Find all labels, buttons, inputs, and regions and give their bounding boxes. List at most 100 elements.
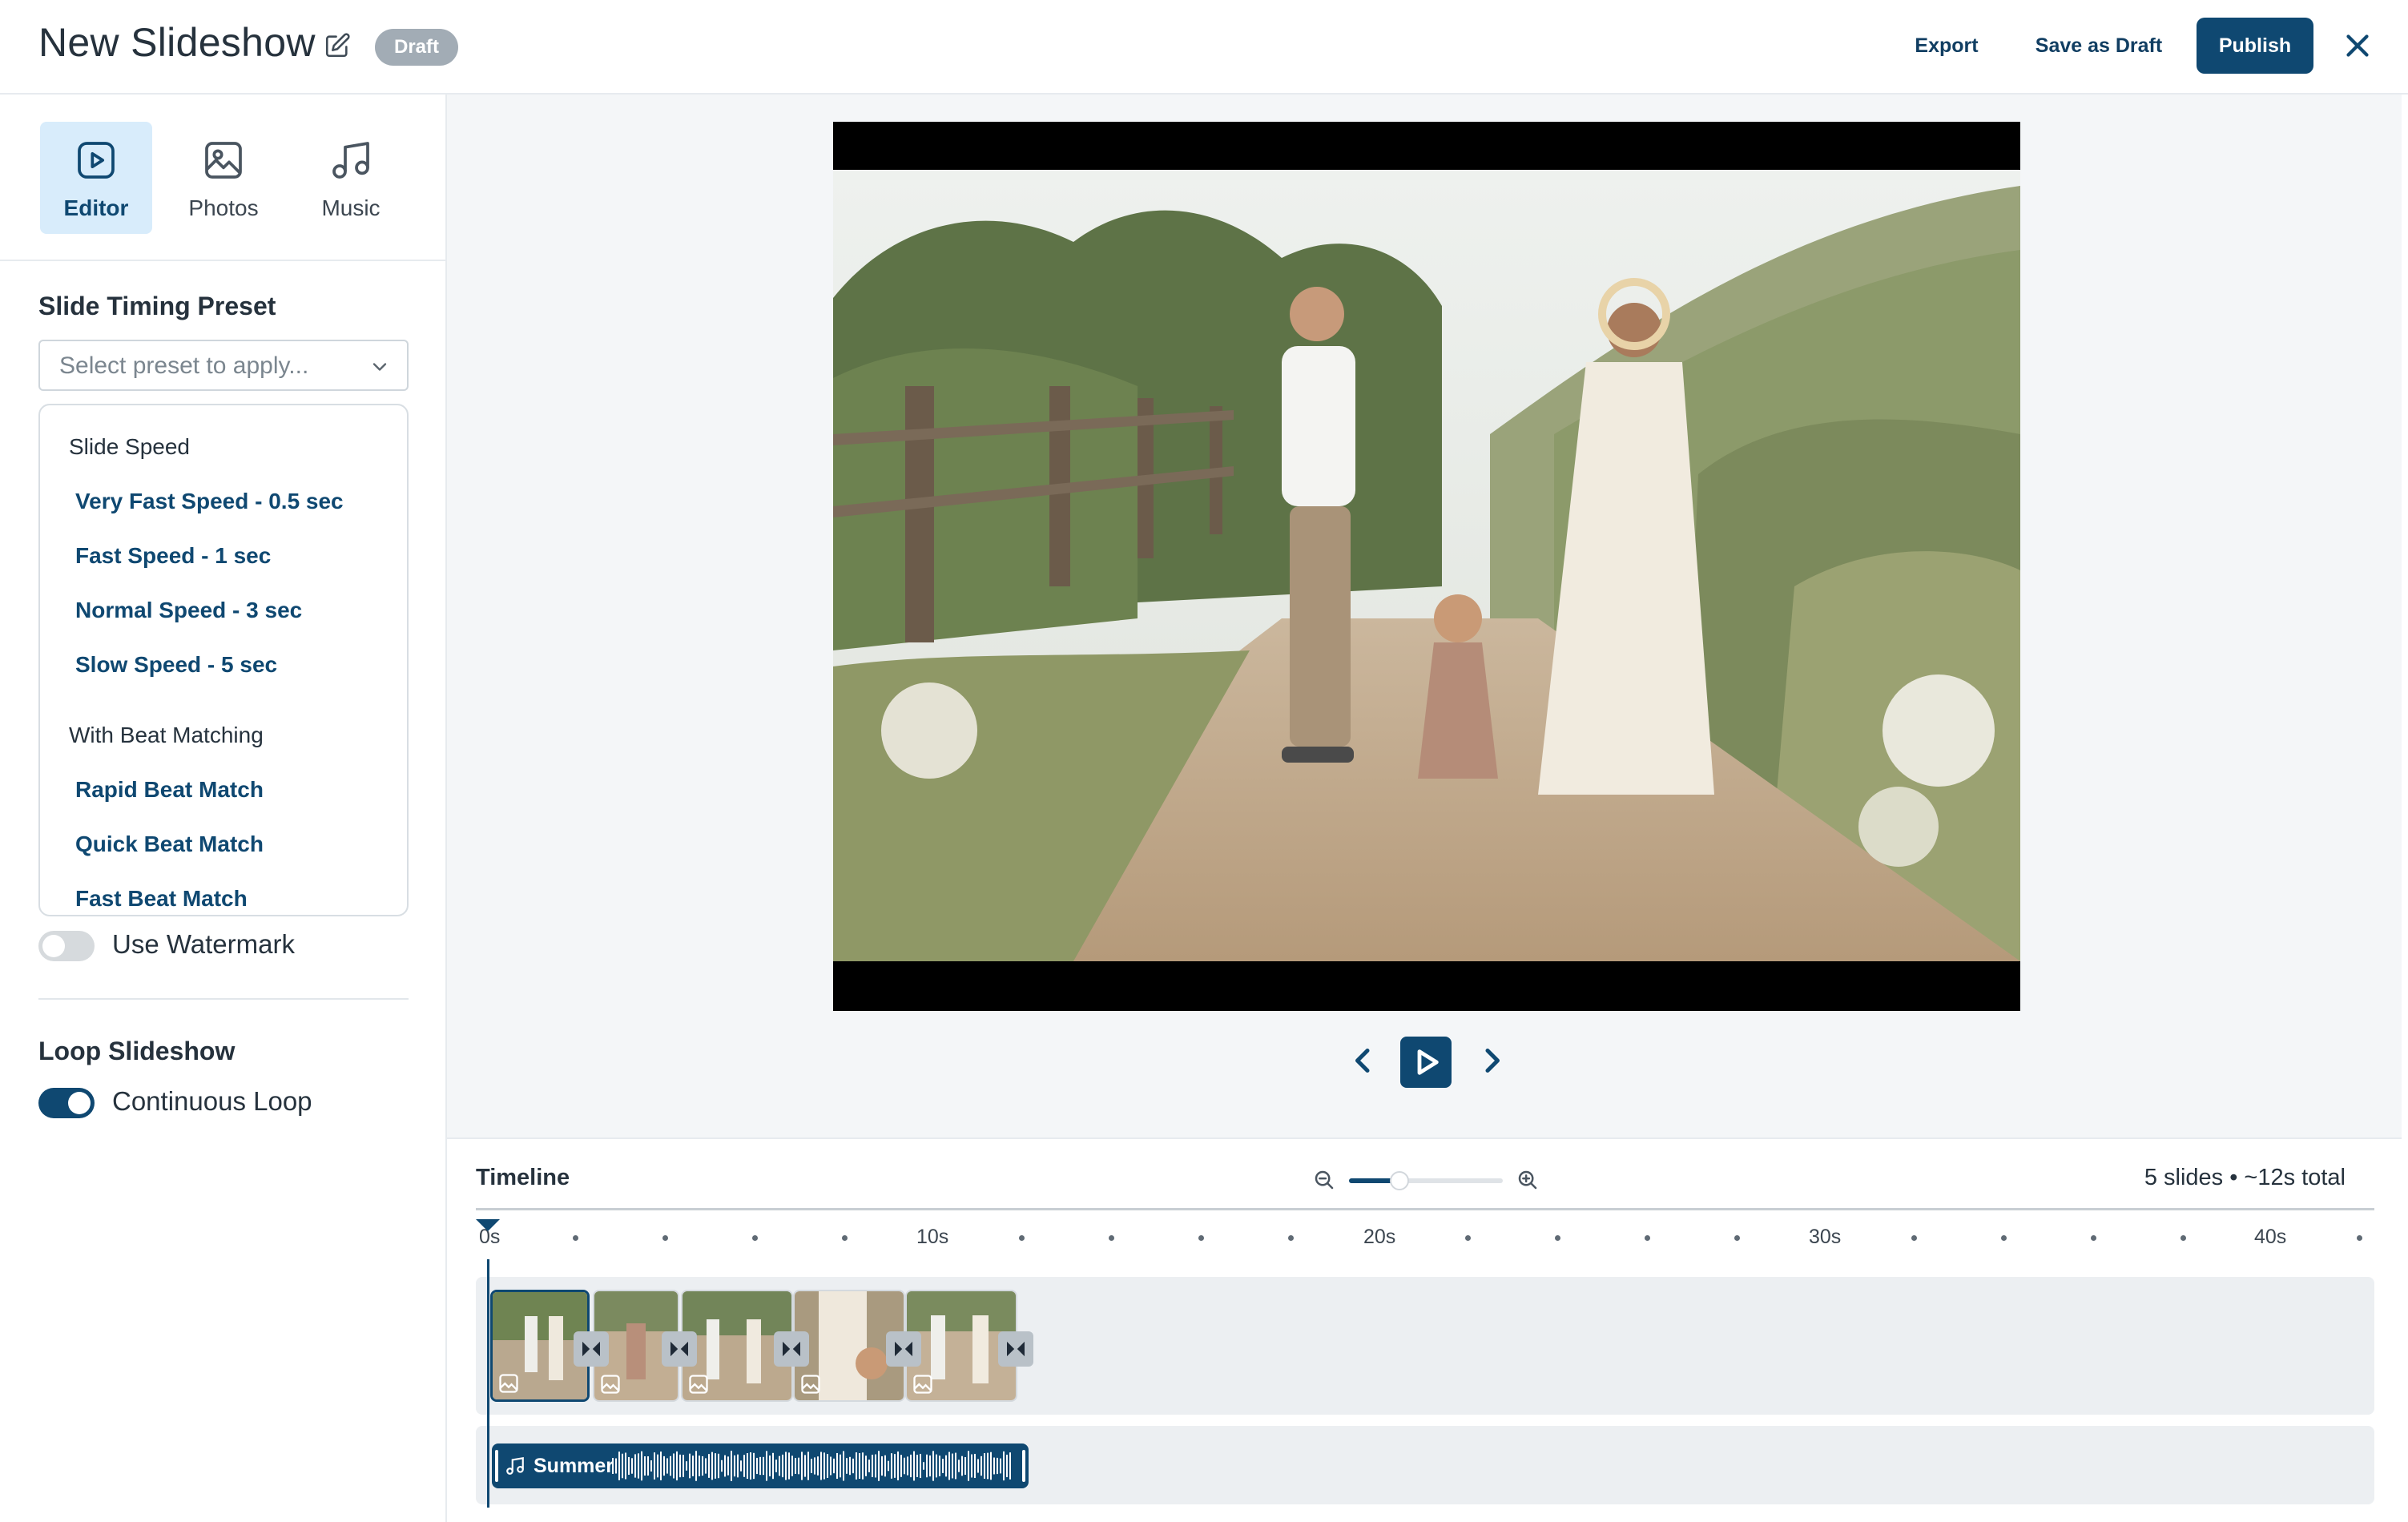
tick-dot: [1734, 1235, 1740, 1241]
waveform-bar: [926, 1454, 928, 1478]
waveform-bar: [814, 1457, 815, 1475]
image-icon: [801, 1375, 820, 1394]
audio-clip[interactable]: Summer: [492, 1443, 1029, 1488]
page-title: New Slideshow: [38, 20, 316, 65]
transition-button[interactable]: [662, 1331, 697, 1367]
play-icon: [1417, 1049, 1439, 1075]
waveform-bar: [766, 1451, 767, 1481]
audio-track-name: Summer: [534, 1455, 614, 1477]
waveform-bar: [673, 1453, 674, 1479]
playhead-line[interactable]: [487, 1259, 489, 1508]
export-button[interactable]: Export: [1899, 18, 1995, 74]
audio-waveform: [612, 1451, 1011, 1481]
waveform-bar: [929, 1455, 931, 1477]
waveform-bar: [718, 1453, 719, 1479]
waveform-bar: [872, 1454, 873, 1478]
waveform-bar: [907, 1456, 908, 1476]
waveform-bar: [753, 1452, 755, 1480]
waveform-bar: [782, 1454, 783, 1478]
watermark-toggle[interactable]: [38, 931, 95, 961]
waveform-bar: [702, 1456, 703, 1476]
waveform-bar: [641, 1451, 642, 1481]
tab-editor-label: Editor: [63, 195, 129, 220]
play-square-icon: [78, 142, 115, 179]
edit-title-icon[interactable]: [324, 32, 351, 59]
timing-preset-select[interactable]: Select preset to apply...: [38, 340, 409, 391]
transition-button[interactable]: [998, 1331, 1033, 1367]
waveform-bar: [900, 1455, 902, 1477]
waveform-bar: [811, 1459, 812, 1473]
zoom-in-icon[interactable]: [1516, 1168, 1540, 1192]
tick-dot: [752, 1235, 758, 1241]
waveform-bar: [795, 1458, 796, 1474]
waveform-bar: [945, 1455, 947, 1477]
preset-option[interactable]: Very Fast Speed - 0.5 sec: [75, 489, 344, 514]
preset-option[interactable]: Normal Speed - 3 sec: [75, 598, 302, 623]
tab-editor[interactable]: Editor: [40, 122, 152, 234]
preset-option[interactable]: Rapid Beat Match: [75, 777, 264, 803]
preset-option[interactable]: Fast Beat Match: [75, 886, 248, 912]
waveform-bar: [971, 1454, 972, 1478]
waveform-bar: [955, 1452, 956, 1480]
waveform-bar: [843, 1451, 844, 1481]
transition-button[interactable]: [774, 1331, 809, 1367]
waveform-bar: [920, 1453, 921, 1479]
waveform-bar: [916, 1455, 918, 1477]
waveform-bar: [724, 1455, 726, 1477]
image-icon: [499, 1374, 518, 1393]
tick-dot: [2357, 1235, 2362, 1241]
waveform-bar: [743, 1455, 745, 1477]
close-icon[interactable]: [2339, 27, 2376, 64]
transition-icon: [783, 1341, 800, 1357]
publish-button[interactable]: Publish: [2197, 18, 2313, 74]
transition-button[interactable]: [574, 1331, 609, 1367]
waveform-bar: [625, 1452, 626, 1480]
audio-clip-right-handle[interactable]: [1022, 1450, 1025, 1482]
toggle-knob: [42, 935, 65, 957]
waveform-bar: [888, 1460, 889, 1472]
timing-preset-placeholder: Select preset to apply...: [59, 352, 309, 379]
previous-slide-button[interactable]: [1339, 1037, 1387, 1085]
waveform-bar: [721, 1460, 723, 1472]
waveform-bar: [977, 1459, 979, 1473]
waveform-bar: [686, 1461, 687, 1471]
save-as-draft-button[interactable]: Save as Draft: [2027, 18, 2171, 74]
timeline-summary: 5 slides • ~12s total: [2144, 1165, 2346, 1190]
group-label-beat-matching: With Beat Matching: [69, 723, 264, 747]
tab-music[interactable]: Music: [295, 122, 407, 234]
sidebar-tabs: Editor Photos Music: [0, 95, 445, 261]
timeline-title: Timeline: [476, 1165, 570, 1190]
waveform-bar: [1006, 1454, 1008, 1478]
waveform-bar: [913, 1451, 915, 1481]
preset-option[interactable]: Fast Speed - 1 sec: [75, 543, 271, 569]
waveform-bar: [987, 1452, 989, 1480]
waveform-bar: [798, 1457, 799, 1475]
watermark-label: Use Watermark: [112, 929, 295, 959]
tab-photos[interactable]: Photos: [167, 122, 280, 234]
zoom-slider[interactable]: [1349, 1171, 1503, 1190]
waveform-bar: [807, 1452, 809, 1480]
waveform-bar: [657, 1454, 658, 1478]
waveform-bar: [856, 1452, 857, 1480]
continuous-loop-toggle[interactable]: [38, 1088, 95, 1118]
playhead-marker[interactable]: [476, 1219, 500, 1231]
zoom-out-icon[interactable]: [1312, 1168, 1336, 1192]
slide-photo: [833, 170, 2020, 961]
audio-clip-left-handle[interactable]: [495, 1450, 498, 1482]
waveform-bar: [852, 1458, 854, 1474]
waveform-bar: [747, 1453, 748, 1479]
tick-dot: [1465, 1235, 1471, 1241]
waveform-bar: [622, 1453, 623, 1479]
transition-button[interactable]: [886, 1331, 921, 1367]
play-button[interactable]: [1400, 1037, 1452, 1088]
preset-option[interactable]: Slow Speed - 5 sec: [75, 652, 277, 678]
zoom-slider-handle[interactable]: [1390, 1171, 1410, 1190]
waveform-bar: [650, 1460, 652, 1472]
next-slide-button[interactable]: [1468, 1037, 1516, 1085]
waveform-bar: [820, 1452, 822, 1480]
waveform-bar: [904, 1457, 905, 1475]
preset-option[interactable]: Quick Beat Match: [75, 831, 264, 857]
waveform-bar: [759, 1456, 761, 1476]
waveform-bar: [958, 1460, 960, 1472]
waveform-bar: [692, 1456, 694, 1476]
